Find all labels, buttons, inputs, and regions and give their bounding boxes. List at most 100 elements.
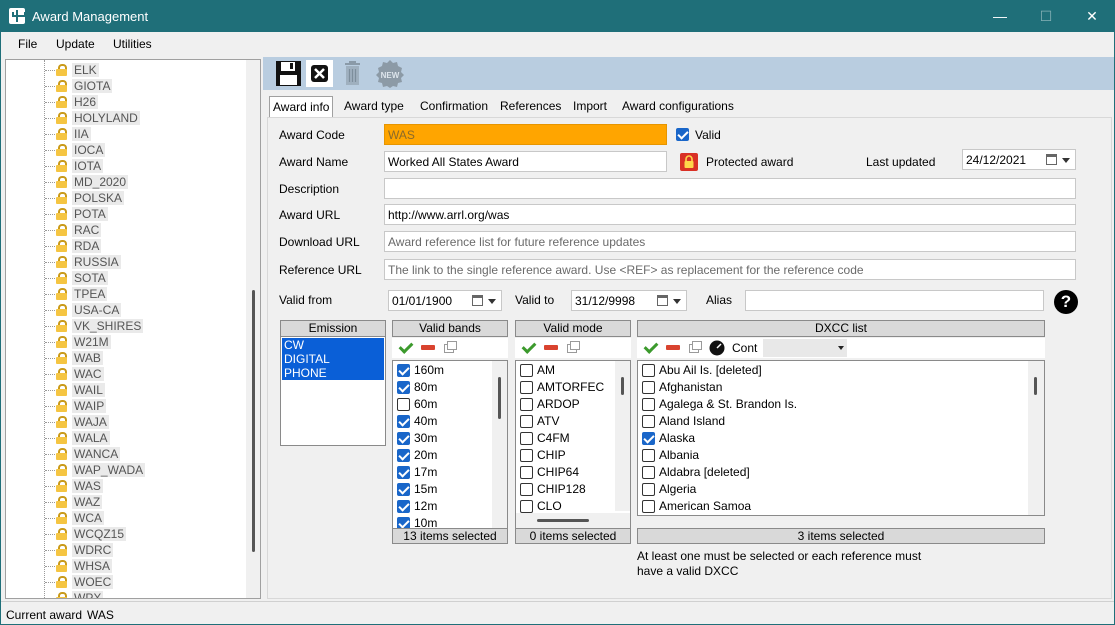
dxcc-item-checkbox[interactable] [642, 449, 655, 462]
tree-item[interactable]: WAC [6, 366, 246, 382]
mode-item-checkbox[interactable] [520, 364, 533, 377]
deselect-all-icon[interactable] [543, 340, 559, 354]
tree-item[interactable]: H26 [6, 94, 246, 110]
tree-item[interactable]: SOTA [6, 270, 246, 286]
select-all-check-icon[interactable] [643, 340, 659, 354]
award-tree[interactable]: ELK GIOTA H26 HOLYLAND IIA IOCA IOTA MD_2020 POL… [5, 59, 261, 599]
dxcc-item-checkbox[interactable] [642, 432, 655, 445]
tab-references[interactable]: References [497, 96, 564, 117]
tree-item[interactable]: WCQZ15 [6, 526, 246, 542]
mode-item-checkbox[interactable] [520, 466, 533, 479]
mode-item-checkbox[interactable] [520, 381, 533, 394]
chevron-down-icon[interactable] [673, 299, 681, 304]
tab-award-type[interactable]: Award type [341, 96, 407, 117]
calendar-icon[interactable] [657, 295, 668, 306]
tree-item[interactable]: MD_2020 [6, 174, 246, 190]
dxcc-item-checkbox[interactable] [642, 364, 655, 377]
tree-item[interactable]: GIOTA [6, 78, 246, 94]
tree-item[interactable]: WAB [6, 350, 246, 366]
close-button[interactable]: ✕ [1069, 1, 1115, 32]
dxcc-item-checkbox[interactable] [642, 381, 655, 394]
gauge-icon[interactable] [709, 340, 725, 356]
minimize-button[interactable]: — [977, 1, 1023, 32]
menu-file[interactable]: File [18, 37, 37, 51]
chevron-down-icon[interactable] [838, 346, 844, 350]
description-field[interactable] [384, 178, 1076, 199]
tree-item[interactable]: IOCA [6, 142, 246, 158]
band-item-checkbox[interactable] [397, 500, 410, 513]
bands-scroll-thumb[interactable] [498, 377, 501, 419]
tree-item[interactable]: ELK [6, 62, 246, 78]
mode-item-checkbox[interactable] [520, 415, 533, 428]
trash-icon[interactable] [339, 60, 366, 87]
tree-scroll-thumb[interactable] [252, 290, 255, 552]
tree-item[interactable]: WCA [6, 510, 246, 526]
cont-select[interactable] [763, 339, 847, 357]
award-name-field[interactable]: Worked All States Award [384, 151, 667, 172]
band-item-checkbox[interactable] [397, 415, 410, 428]
tree-item[interactable]: IIA [6, 126, 246, 142]
chevron-down-icon[interactable] [488, 299, 496, 304]
band-item-checkbox[interactable] [397, 364, 410, 377]
valid-mode-list[interactable]: AM AMTORFEC ARDOP ATV C4FM CHIP CHIP64 CHIP128 C… [515, 360, 631, 530]
dxcc-scrollbar[interactable] [1028, 361, 1044, 515]
cancel-icon[interactable] [306, 60, 333, 87]
modes-vscrollbar[interactable] [615, 361, 630, 511]
tree-item[interactable]: RDA [6, 238, 246, 254]
dxcc-item-checkbox[interactable] [642, 483, 655, 496]
mode-item-checkbox[interactable] [520, 398, 533, 411]
help-icon[interactable]: ? [1054, 290, 1078, 314]
modes-hscroll-thumb[interactable] [537, 519, 589, 522]
tree-item[interactable]: VK_SHIRES [6, 318, 246, 334]
dxcc-item-checkbox[interactable] [642, 500, 655, 513]
save-icon[interactable] [275, 60, 302, 87]
tree-item[interactable]: RUSSIA [6, 254, 246, 270]
new-badge-icon[interactable]: NEW [375, 59, 405, 89]
tree-item[interactable]: IOTA [6, 158, 246, 174]
tree-item[interactable]: POTA [6, 206, 246, 222]
last-updated-date[interactable]: 24/12/2021 [962, 149, 1076, 170]
modes-scroll-thumb[interactable] [621, 377, 624, 395]
tree-item[interactable]: WAIL [6, 382, 246, 398]
dxcc-item-checkbox[interactable] [642, 415, 655, 428]
bands-scrollbar[interactable] [492, 361, 507, 529]
tree-item[interactable]: HOLYLAND [6, 110, 246, 126]
chevron-down-icon[interactable] [1062, 158, 1070, 163]
tab-import[interactable]: Import [570, 96, 610, 117]
padlock-icon[interactable] [680, 153, 698, 171]
mode-item-checkbox[interactable] [520, 500, 533, 513]
emission-item[interactable]: PHONE [282, 366, 384, 380]
valid-to-date[interactable]: 31/12/9998 [571, 290, 687, 311]
modes-hscrollbar[interactable] [516, 513, 630, 529]
tree-item[interactable]: WALA [6, 430, 246, 446]
tree-item[interactable]: WAS [6, 478, 246, 494]
windows-icon[interactable] [687, 340, 703, 354]
calendar-icon[interactable] [1046, 154, 1057, 165]
maximize-button[interactable]: ☐ [1023, 1, 1069, 32]
tree-item[interactable]: RAC [6, 222, 246, 238]
tree-item[interactable]: WOEC [6, 574, 246, 590]
tree-item[interactable]: TPEA [6, 286, 246, 302]
select-all-check-icon[interactable] [398, 340, 414, 354]
tree-item[interactable]: W21M [6, 334, 246, 350]
award-url-field[interactable]: http://www.arrl.org/was [384, 204, 1076, 225]
tree-item[interactable]: WAZ [6, 494, 246, 510]
tree-item[interactable]: WPX [6, 590, 246, 598]
tree-item[interactable]: WAIP [6, 398, 246, 414]
menu-update[interactable]: Update [56, 37, 95, 51]
dxcc-item-checkbox[interactable] [642, 466, 655, 479]
tree-item[interactable]: WDRC [6, 542, 246, 558]
valid-bands-list[interactable]: 160m 80m 60m 40m 30m 20m 17m 15m 12m 10m [392, 360, 508, 530]
mode-item-checkbox[interactable] [520, 449, 533, 462]
emission-item[interactable]: CW [282, 338, 384, 352]
dxcc-item-checkbox[interactable] [642, 398, 655, 411]
tree-item[interactable]: WANCA [6, 446, 246, 462]
tree-scrollbar[interactable] [246, 60, 260, 598]
band-item-checkbox[interactable] [397, 432, 410, 445]
calendar-icon[interactable] [472, 295, 483, 306]
tab-award-info[interactable]: Award info [269, 96, 334, 118]
tab-confirmation[interactable]: Confirmation [417, 96, 491, 117]
windows-icon[interactable] [565, 340, 581, 354]
band-item-checkbox[interactable] [397, 449, 410, 462]
valid-checkbox[interactable] [676, 128, 689, 141]
